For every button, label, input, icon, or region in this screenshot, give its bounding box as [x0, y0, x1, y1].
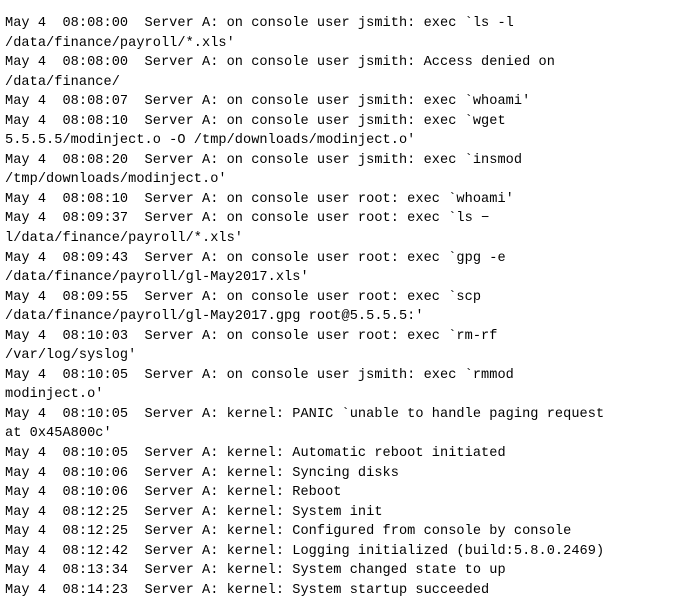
- log-text-body: May 4 08:08:00 Server A: on console user…: [5, 14, 681, 600]
- log-entry-continuation-line: /data/finance/payroll/gl-May2017.xls′: [5, 270, 309, 286]
- log-entry-line: May 4 08:12:25 Server A: kernel: System …: [5, 504, 383, 520]
- log-document: May 4 08:08:00 Server A: on console user…: [0, 0, 686, 598]
- log-entry-line: May 4 08:08:00 Server A: on console user…: [5, 16, 514, 31]
- log-entry-line: May 4 08:08:10 Server A: on console user…: [5, 113, 506, 129]
- log-entry-line: May 4 08:09:37 Server A: on console user…: [5, 211, 490, 227]
- log-entry-continuation-line: modinject.o′: [5, 387, 104, 403]
- log-entry-continuation-line: at 0x45A800c′: [5, 426, 112, 442]
- log-entry-line: May 4 08:08:20 Server A: on console user…: [5, 152, 523, 168]
- log-entry-line: May 4 08:10:03 Server A: on console user…: [5, 328, 498, 344]
- log-entry-line: May 4 08:08:00 Server A: on console user…: [5, 55, 555, 71]
- log-entry-line: May 4 08:08:10 Server A: on console user…: [5, 191, 514, 207]
- log-entry-continuation-line: /var/log/syslog′: [5, 348, 137, 364]
- log-entry-line: May 4 08:10:06 Server A: kernel: Syncing…: [5, 465, 399, 481]
- log-entry-continuation-line: /data/finance/payroll/gl-May2017.gpg roo…: [5, 309, 424, 325]
- log-entry-line: May 4 08:09:43 Server A: on console user…: [5, 250, 506, 266]
- log-entry-line: May 4 08:13:34 Server A: kernel: System …: [5, 563, 506, 579]
- log-entry-line: May 4 08:10:05 Server A: kernel: Automat…: [5, 446, 506, 462]
- log-entry-line: May 4 08:08:07 Server A: on console user…: [5, 94, 531, 110]
- log-entry-continuation-line: /tmp/downloads/modinject.o′: [5, 172, 227, 188]
- log-entry-line: May 4 08:10:05 Server A: on console user…: [5, 367, 514, 383]
- log-entry-continuation-line: /data/finance/: [5, 74, 120, 90]
- log-entry-line: May 4 08:09:55 Server A: on console user…: [5, 289, 482, 305]
- log-entry-line: May 4 08:10:05 Server A: kernel: PANIC `…: [5, 406, 605, 422]
- log-entry-line: May 4 08:12:25 Server A: kernel: Configu…: [5, 524, 572, 540]
- log-entry-continuation-line: 5.5.5.5/modinject.o -O /tmp/downloads/mo…: [5, 133, 416, 149]
- log-entry-line: May 4 08:12:42 Server A: kernel: Logging…: [5, 543, 605, 559]
- log-entry-continuation-line: l/data/finance/payroll/*.xls′: [5, 231, 244, 247]
- log-entry-continuation-line: /data/finance/payroll/*.xls′: [5, 35, 235, 51]
- log-entry-line: May 4 08:10:06 Server A: kernel: Reboot: [5, 485, 342, 501]
